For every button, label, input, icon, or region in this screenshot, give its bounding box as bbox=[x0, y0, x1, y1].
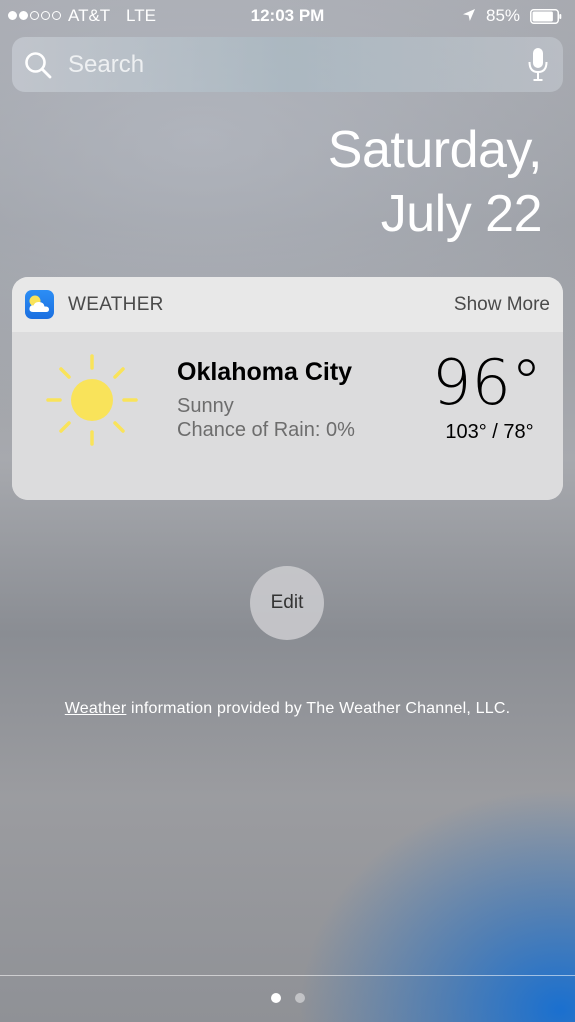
widget-header: WEATHER Show More bbox=[12, 277, 563, 332]
weather-app-icon bbox=[25, 290, 54, 319]
weather-widget[interactable]: WEATHER Show More Oklahoma City Sunny Ch… bbox=[12, 277, 563, 500]
status-bar: AT&T LTE 12:03 PM 85% bbox=[0, 0, 575, 34]
weather-condition: Sunny bbox=[177, 395, 234, 417]
divider bbox=[0, 975, 575, 976]
microphone-icon[interactable] bbox=[527, 47, 549, 83]
search-icon bbox=[25, 52, 52, 79]
search-input[interactable]: Search bbox=[68, 51, 144, 79]
widget-title: WEATHER bbox=[68, 294, 164, 315]
sun-icon bbox=[46, 354, 138, 446]
battery-icon bbox=[530, 9, 562, 24]
weather-link[interactable]: Weather bbox=[65, 700, 127, 717]
date-display: Saturday, July 22 bbox=[327, 118, 543, 246]
date-month-day: July 22 bbox=[380, 185, 543, 243]
page-dot-current[interactable] bbox=[270, 993, 281, 1003]
search-bar[interactable]: Search bbox=[12, 37, 563, 92]
current-temperature: 96° bbox=[432, 346, 542, 419]
battery-percent: 85% bbox=[486, 6, 521, 25]
edit-button[interactable]: Edit bbox=[250, 566, 324, 640]
attribution-text: information provided by The Weather Chan… bbox=[126, 700, 511, 717]
location-arrow-icon bbox=[463, 9, 475, 21]
weather-attribution: Weather information provided by The Weat… bbox=[0, 700, 575, 718]
date-weekday: Saturday, bbox=[327, 121, 543, 179]
city-name: Oklahoma City bbox=[177, 358, 353, 386]
high-low-temperature: 103° / 78° bbox=[445, 421, 534, 443]
show-more-button[interactable]: Show More bbox=[454, 294, 550, 316]
rain-chance: Chance of Rain: 0% bbox=[177, 419, 355, 441]
widget-body[interactable]: Oklahoma City Sunny Chance of Rain: 0% 9… bbox=[12, 332, 563, 500]
page-indicator[interactable] bbox=[0, 993, 575, 1003]
page-dot[interactable] bbox=[294, 993, 305, 1003]
